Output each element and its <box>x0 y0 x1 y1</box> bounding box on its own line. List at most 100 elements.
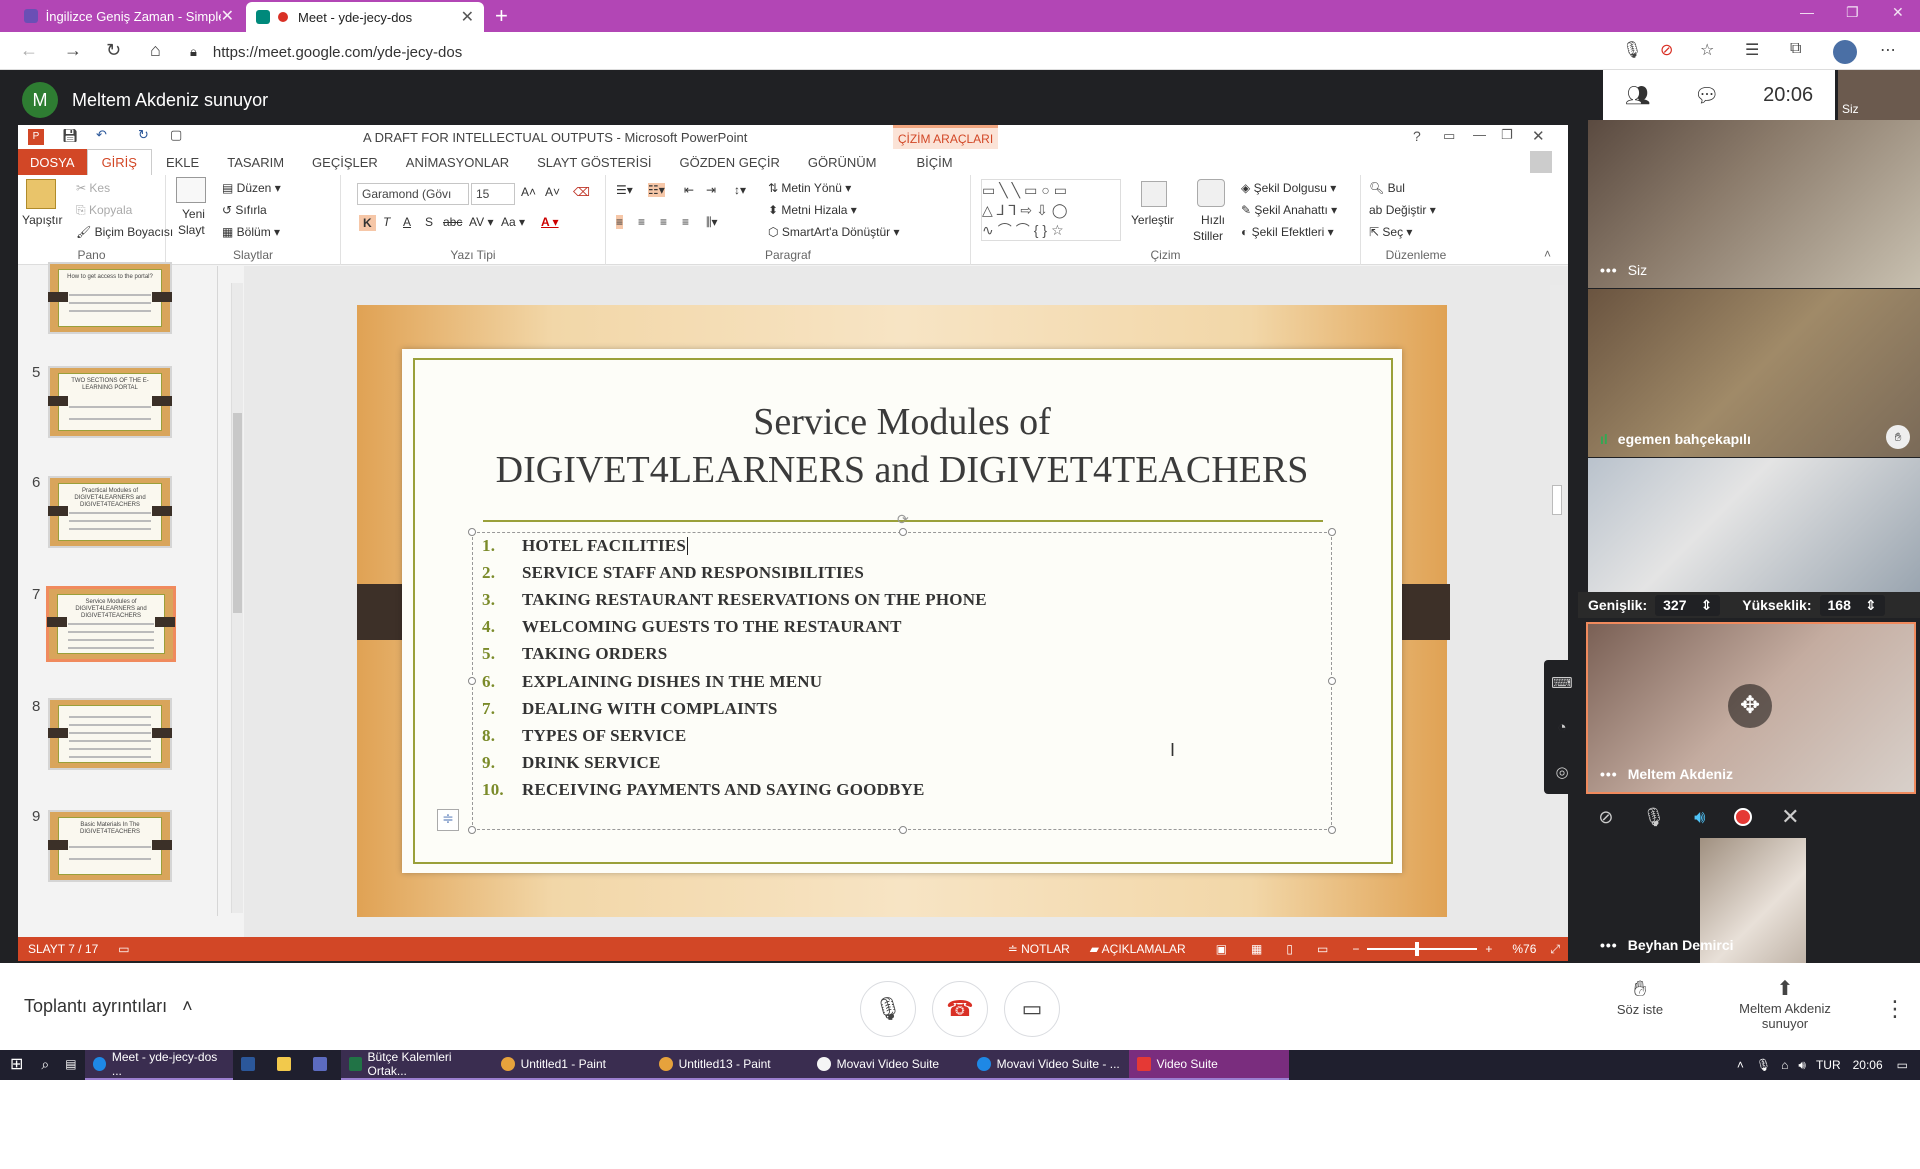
minimize-window-icon[interactable]: — <box>1800 4 1814 20</box>
move-tile-icon[interactable]: ✥ <box>1728 684 1772 728</box>
profile-avatar[interactable] <box>1833 40 1857 64</box>
participant-tile-beyhan[interactable]: ••• Beyhan Demirci <box>1588 838 1920 963</box>
resize-handle[interactable] <box>1328 677 1336 685</box>
tray-chevron-icon[interactable]: ˄ <box>1737 1058 1744 1072</box>
slide-thumbnail-4[interactable]: How to get access to the portal? <box>48 262 172 334</box>
bullets-icon[interactable]: ☰▾ <box>616 183 633 197</box>
align-center-icon[interactable]: ≡ <box>638 215 645 229</box>
action-center-icon[interactable]: ▭ <box>1897 1058 1908 1072</box>
thumbnails-scrollbar[interactable] <box>231 283 243 913</box>
slide-title-line-2[interactable]: DIGIVET4LEARNERS and DIGIVET4TEACHERS <box>402 448 1402 492</box>
list-item[interactable]: 9. DRINK SERVICE <box>482 750 1322 777</box>
autofit-options-icon[interactable]: ≑ <box>437 809 459 831</box>
menu-gozden-gecir[interactable]: GÖZDEN GEÇİR <box>666 149 794 175</box>
menu-bicim[interactable]: BİÇİM <box>903 149 967 175</box>
slide-thumbnail-9[interactable]: Basic Materials In The DIGIVET4TEACHERS <box>48 810 172 882</box>
taskbar-item-video-suite[interactable]: Video Suite <box>1128 1050 1289 1080</box>
meeting-details-button[interactable]: Toplantı ayrıntıları ˄ <box>24 996 193 1017</box>
raise-hand-button[interactable]: ✋︎ Söz iste <box>1600 976 1680 1017</box>
cut-button[interactable]: ✂︎ Kes <box>76 181 110 195</box>
list-item[interactable]: 5. TAKING ORDERS <box>482 641 1322 668</box>
more-dots-icon[interactable]: ••• <box>1600 262 1618 278</box>
select-button[interactable]: ⇱ Seç ▾ <box>1369 225 1412 239</box>
taskbar-clock[interactable]: 20:06 <box>1853 1058 1883 1072</box>
new-tab-button[interactable]: + <box>495 3 508 29</box>
resize-handle[interactable] <box>468 677 476 685</box>
search-icon[interactable]: ⌕ <box>33 1050 57 1080</box>
more-options-icon[interactable]: ⋯ <box>1880 40 1896 60</box>
zoom-in-icon[interactable]: + <box>1485 942 1492 956</box>
close-tab-icon[interactable]: ✕ <box>461 7 474 27</box>
ppt-restore-icon[interactable]: ❐ <box>1501 127 1513 143</box>
close-recorder-icon[interactable]: ✕ <box>1781 804 1799 830</box>
paste-icon[interactable] <box>26 179 56 209</box>
slide-title-line-1[interactable]: Service Modules of <box>402 400 1402 444</box>
notes-button[interactable]: ≐ NOTLAR <box>1008 942 1070 956</box>
bold-icon[interactable]: K <box>359 215 376 231</box>
taskbar-item-movavi-1[interactable]: Movavi Video Suite <box>808 1050 969 1080</box>
font-color-icon[interactable]: A ▾ <box>541 215 559 229</box>
volume-icon[interactable]: 🔊︎ <box>1798 1058 1806 1073</box>
speaker-icon[interactable]: 🔊︎ <box>1694 807 1705 828</box>
more-dots-icon[interactable]: ••• <box>1600 937 1618 953</box>
start-windows-icon[interactable]: ⊞ <box>0 1050 33 1080</box>
ribbon-display-icon[interactable]: ▭ <box>1443 128 1455 144</box>
camera-off-icon[interactable]: ⊘ <box>1598 807 1613 828</box>
home-icon[interactable]: ⌂ <box>150 40 161 61</box>
quick-styles-icon[interactable] <box>1197 179 1225 207</box>
shape-effects-button[interactable]: ◐ Şekil Efektleri ▾ <box>1241 225 1334 239</box>
replace-button[interactable]: ab Değiştir ▾ <box>1369 203 1436 217</box>
taskbar-item-movavi-2[interactable]: Movavi Video Suite - ... <box>968 1050 1129 1080</box>
shadow-icon[interactable]: S <box>425 215 433 229</box>
shape-outline-button[interactable]: ✎ Şekil Anahattı ▾ <box>1241 203 1337 217</box>
input-language[interactable]: TUR <box>1816 1058 1841 1072</box>
font-name-dropdown[interactable]: Garamond (Gövı <box>357 183 469 205</box>
annotation-icon[interactable]: ◎ <box>1555 763 1568 781</box>
taskbar-item-keyboard[interactable] <box>305 1050 341 1080</box>
slide-thumbnail-7[interactable]: Service Modules of DIGIVET4LEARNERS and … <box>46 586 176 662</box>
justify-icon[interactable]: ≡ <box>682 215 689 229</box>
menu-slayt-gosterisi[interactable]: SLAYT GÖSTERİSİ <box>523 149 665 175</box>
favorite-star-icon[interactable]: ☆ <box>1700 40 1714 60</box>
resize-handle[interactable] <box>468 528 476 536</box>
menu-tasarim[interactable]: TASARIM <box>213 149 298 175</box>
ppt-close-icon[interactable]: ✕ <box>1532 127 1545 145</box>
slide-thumbnail-8[interactable] <box>48 698 172 770</box>
browser-tab-meet[interactable]: Meet - yde-jecy-dos ✕ <box>246 2 484 32</box>
self-mini-tile[interactable]: Siz <box>1838 70 1920 120</box>
camera-button[interactable]: ▭ <box>1004 981 1060 1037</box>
menu-gorunum[interactable]: GÖRÜNÜM <box>794 149 891 175</box>
clear-formatting-icon[interactable]: ⌫ <box>573 185 590 199</box>
normal-view-icon[interactable]: ▣ <box>1216 942 1227 956</box>
taskbar-item-meet[interactable]: Meet - yde-jecy-dos ... <box>84 1050 233 1080</box>
char-spacing-icon[interactable]: AV ▾ <box>469 215 493 229</box>
list-item[interactable]: 8. TYPES OF SERVICE <box>482 722 1322 749</box>
slide-thumbnail-6[interactable]: Pracrtical Modules of DIGIVET4LEARNERS a… <box>48 476 172 548</box>
resize-handle[interactable] <box>1328 826 1336 834</box>
align-text-button[interactable]: ⬍ Metni Hizala ▾ <box>768 203 857 217</box>
slideshow-from-start-icon[interactable]: ▢ <box>170 127 182 143</box>
participant-tile-3[interactable] <box>1588 458 1920 592</box>
record-icon[interactable] <box>1734 808 1753 826</box>
menu-animasyonlar[interactable]: ANİMASYONLAR <box>392 149 523 175</box>
list-item[interactable]: 4. WELCOMING GUESTS TO THE RESTAURANT <box>482 614 1322 641</box>
quick-styles-label-1[interactable]: Hızlı <box>1201 213 1225 227</box>
back-arrow-icon[interactable]: ← <box>20 40 38 61</box>
participant-tile-self[interactable]: ••• Siz <box>1588 120 1920 288</box>
align-left-icon[interactable]: ≡ <box>616 215 624 229</box>
account-avatar-icon[interactable] <box>1530 151 1552 173</box>
people-icon[interactable]: 👥︎ <box>1625 83 1650 108</box>
more-dots-icon[interactable]: ••• <box>1600 766 1618 782</box>
grow-font-icon[interactable]: A˄ <box>521 185 536 199</box>
redo-icon[interactable]: ↻ <box>138 127 149 143</box>
participant-tile-meltem[interactable]: ✥ ••• Meltem Akdeniz <box>1586 622 1916 794</box>
list-item[interactable]: 10. RECEIVING PAYMENTS AND SAYING GOODBYE <box>482 777 1322 804</box>
keyboard-icon[interactable]: ⌨︎ <box>1551 674 1573 692</box>
list-item[interactable]: 7. DEALING WITH COMPLAINTS <box>482 695 1322 722</box>
layout-button[interactable]: ▤ Düzen ▾ <box>222 181 281 195</box>
taskbar-item-paint-2[interactable]: Untitled13 - Paint <box>650 1050 809 1080</box>
new-slide-icon[interactable] <box>176 177 206 203</box>
pin-icon[interactable]: ✋︎ <box>1886 425 1910 449</box>
zoom-level[interactable]: %76 <box>1512 942 1536 956</box>
arrange-icon[interactable] <box>1141 181 1167 207</box>
